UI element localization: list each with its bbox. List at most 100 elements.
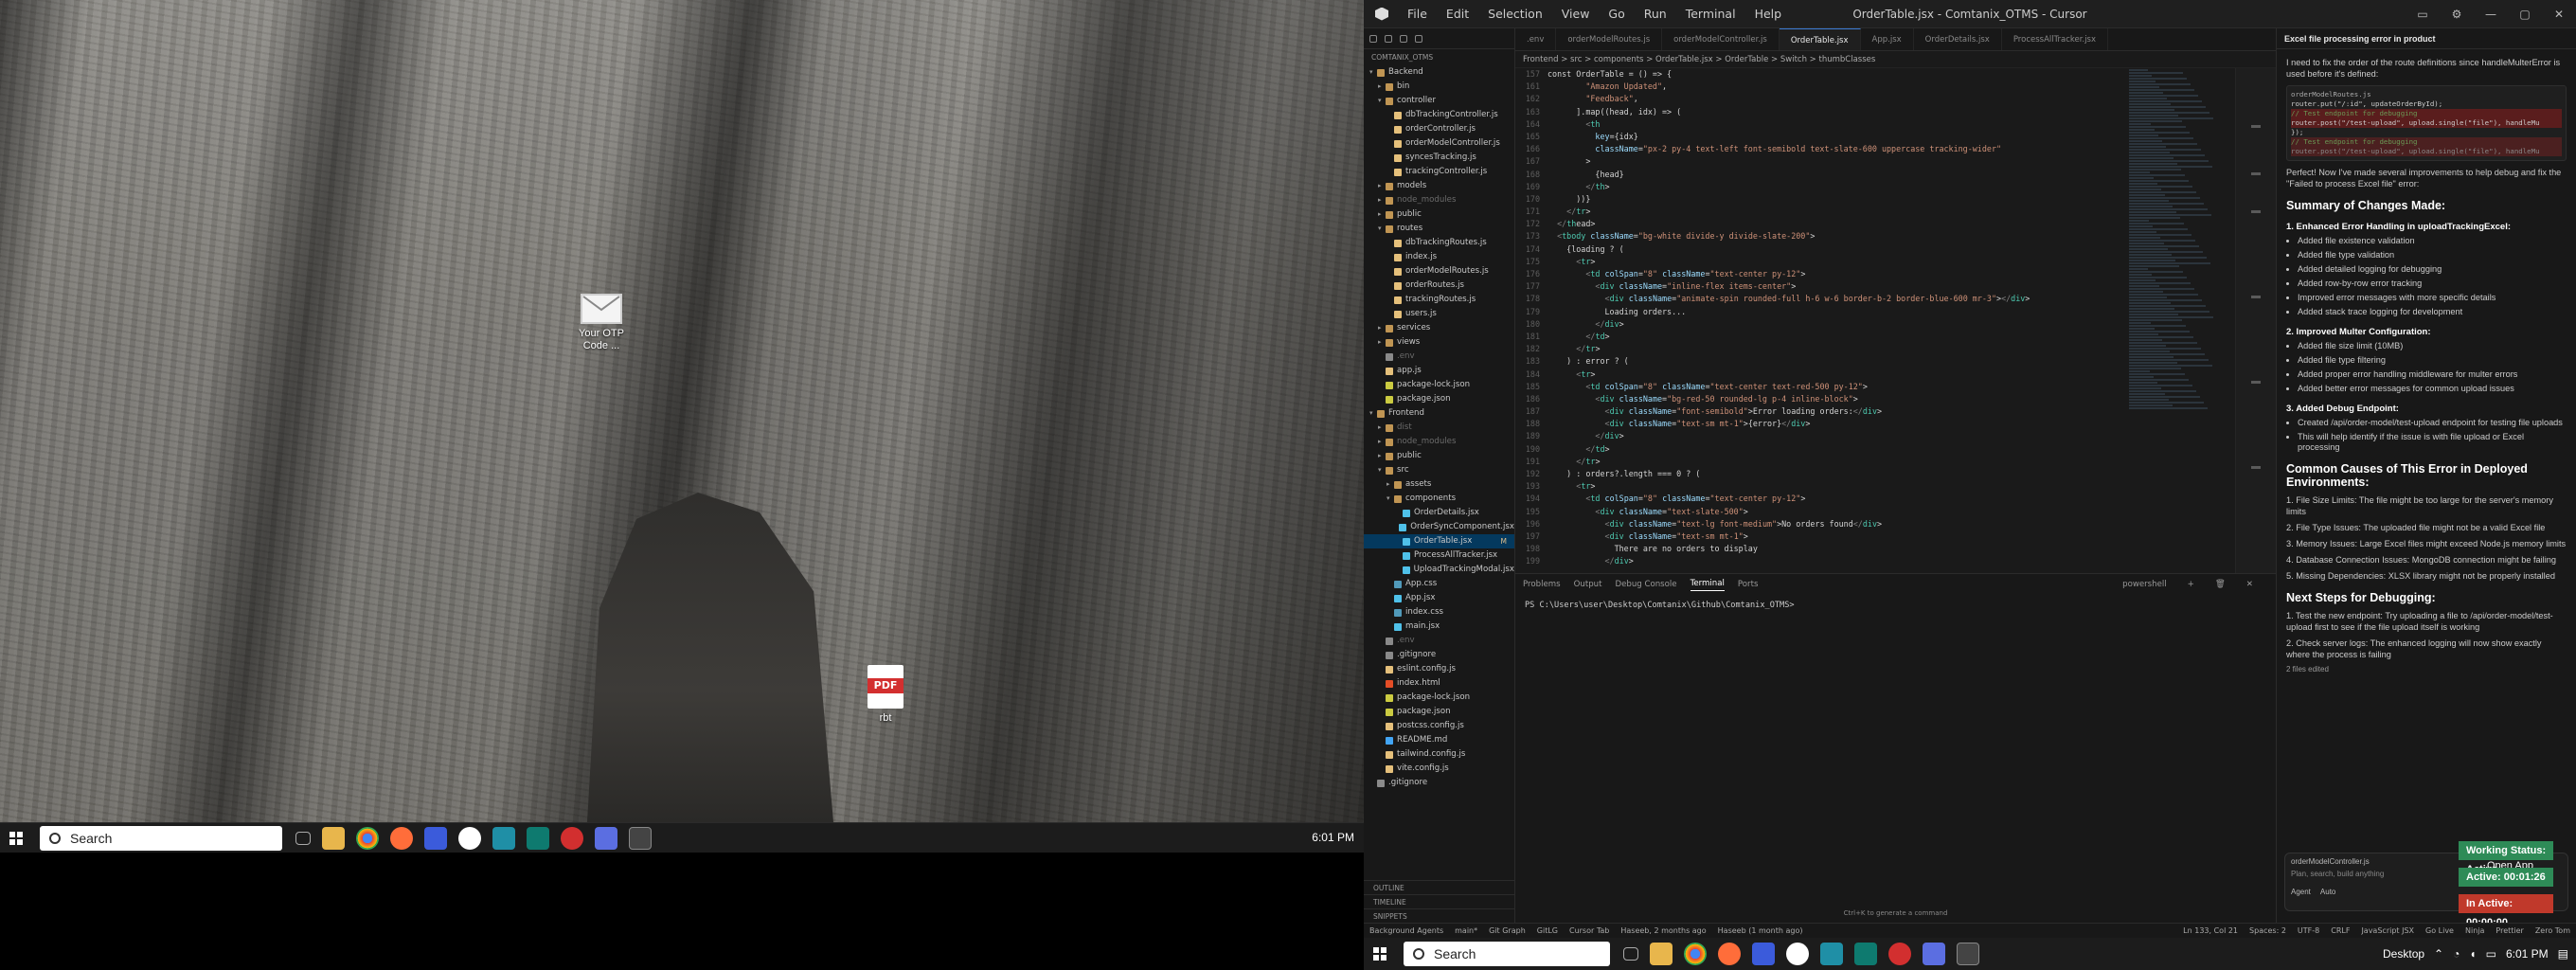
chrome-icon[interactable] bbox=[1684, 943, 1707, 965]
clock[interactable]: 6:01 PM bbox=[2506, 947, 2549, 961]
file-item[interactable]: OrderSyncComponent.jsx bbox=[1364, 520, 1514, 534]
menu-file[interactable]: File bbox=[1407, 7, 1427, 21]
gear-icon[interactable]: ⚙ bbox=[2440, 0, 2474, 28]
file-item[interactable]: eslint.config.js bbox=[1364, 662, 1514, 676]
app-icon-blue[interactable] bbox=[1752, 943, 1775, 965]
file-item[interactable]: index.css bbox=[1364, 605, 1514, 620]
tab-problems[interactable]: Problems bbox=[1523, 580, 1561, 589]
files-icon[interactable] bbox=[1369, 34, 1377, 43]
minimap[interactable] bbox=[2121, 68, 2235, 573]
app-icon-orange[interactable] bbox=[1718, 943, 1741, 965]
file-item[interactable]: syncesTracking.js bbox=[1364, 151, 1514, 165]
editor-tab[interactable]: OrderTable.jsx bbox=[1779, 28, 1861, 50]
menu-terminal[interactable]: Terminal bbox=[1686, 7, 1736, 21]
extensions-icon[interactable] bbox=[1415, 34, 1422, 43]
editor-tab[interactable]: orderModelRoutes.js bbox=[1556, 28, 1663, 50]
task-view-icon[interactable] bbox=[1623, 947, 1638, 961]
explorer-section-title[interactable]: COMTANIX_OTMS bbox=[1364, 49, 1514, 65]
file-item[interactable]: OrderDetails.jsx bbox=[1364, 506, 1514, 520]
file-item[interactable]: package.json bbox=[1364, 705, 1514, 719]
status-item[interactable]: Prettier bbox=[2496, 926, 2523, 935]
folder-item[interactable]: ▸ public bbox=[1364, 449, 1514, 463]
volume-icon[interactable]: ◖ bbox=[2469, 947, 2476, 961]
desktop-icon-pdf[interactable]: PDF rbt bbox=[843, 665, 928, 725]
file-item[interactable]: users.js bbox=[1364, 307, 1514, 321]
file-item[interactable]: package-lock.json bbox=[1364, 378, 1514, 392]
shell-selector[interactable]: powershell bbox=[2122, 580, 2167, 589]
app-icon-orange[interactable] bbox=[390, 826, 413, 850]
status-item[interactable]: JavaScript JSX bbox=[2361, 926, 2414, 935]
app-icon-active[interactable] bbox=[1957, 943, 1979, 965]
folder-item[interactable]: ▾ Frontend bbox=[1364, 406, 1514, 421]
clock[interactable]: 6:01 PM bbox=[1312, 831, 1354, 844]
file-item[interactable]: .gitignore bbox=[1364, 776, 1514, 790]
diff-file-ref[interactable]: orderModelRoutes.js bbox=[2291, 90, 2562, 99]
files-edited-badge[interactable]: 2 files edited bbox=[2286, 665, 2567, 674]
file-item[interactable]: trackingRoutes.js bbox=[1364, 293, 1514, 307]
start-button[interactable] bbox=[9, 831, 23, 845]
file-item[interactable]: .env bbox=[1364, 634, 1514, 648]
editor-tab[interactable]: ProcessAllTracker.jsx bbox=[2002, 28, 2109, 50]
desktop-toolbar[interactable]: Desktop bbox=[2383, 947, 2424, 961]
folder-item[interactable]: ▸ node_modules bbox=[1364, 193, 1514, 207]
file-item[interactable]: postcss.config.js bbox=[1364, 719, 1514, 733]
timeline-section[interactable]: TIMELINE bbox=[1364, 894, 1515, 908]
folder-item[interactable]: ▾ routes bbox=[1364, 222, 1514, 236]
folder-item[interactable]: ▸ assets bbox=[1364, 477, 1514, 492]
status-item[interactable]: Ln 133, Col 21 bbox=[2183, 926, 2238, 935]
folder-item[interactable]: ▸ public bbox=[1364, 207, 1514, 222]
file-item[interactable]: UploadTrackingModal.jsx bbox=[1364, 563, 1514, 577]
file-item[interactable]: app.js bbox=[1364, 364, 1514, 378]
battery-icon[interactable]: ▭ bbox=[2486, 947, 2496, 961]
status-item[interactable]: Zero Tom bbox=[2535, 926, 2570, 935]
file-item[interactable]: dbTrackingRoutes.js bbox=[1364, 236, 1514, 250]
agent-mode-selector[interactable]: Agent bbox=[2291, 888, 2311, 896]
app-icon-active[interactable] bbox=[629, 826, 652, 850]
file-item[interactable]: .env bbox=[1364, 350, 1514, 364]
status-item[interactable]: GitLG bbox=[1537, 926, 1558, 935]
file-item[interactable]: orderModelRoutes.js bbox=[1364, 264, 1514, 278]
folder-item[interactable]: ▸ views bbox=[1364, 335, 1514, 350]
file-item[interactable]: orderRoutes.js bbox=[1364, 278, 1514, 293]
close-button[interactable]: ✕ bbox=[2542, 0, 2576, 28]
file-item[interactable]: package.json bbox=[1364, 392, 1514, 406]
menu-run[interactable]: Run bbox=[1644, 7, 1667, 21]
file-item[interactable]: dbTrackingController.js bbox=[1364, 108, 1514, 122]
file-item[interactable]: trackingController.js bbox=[1364, 165, 1514, 179]
status-item[interactable]: Background Agents bbox=[1369, 926, 1443, 935]
app-icon-teal[interactable] bbox=[492, 826, 515, 850]
app-icon-red[interactable] bbox=[1888, 943, 1911, 965]
editor-tab[interactable]: orderModelController.js bbox=[1662, 28, 1780, 50]
status-item[interactable]: Spaces: 2 bbox=[2249, 926, 2286, 935]
file-item[interactable]: App.jsx bbox=[1364, 591, 1514, 605]
app-icon-white[interactable] bbox=[458, 826, 481, 850]
tab-ports[interactable]: Ports bbox=[1738, 580, 1759, 589]
file-item[interactable]: OrderTable.jsx M bbox=[1364, 534, 1514, 548]
file-item[interactable]: orderController.js bbox=[1364, 122, 1514, 136]
folder-item[interactable]: ▾ controller bbox=[1364, 94, 1514, 108]
app-icon-teal[interactable] bbox=[1820, 943, 1843, 965]
folder-item[interactable]: ▸ node_modules bbox=[1364, 435, 1514, 449]
file-explorer-icon[interactable] bbox=[322, 826, 345, 850]
status-item[interactable]: Haseeb (1 month ago) bbox=[1718, 926, 1803, 935]
search-icon[interactable] bbox=[1385, 34, 1392, 43]
file-item[interactable]: .gitignore bbox=[1364, 648, 1514, 662]
folder-item[interactable]: ▸ dist bbox=[1364, 421, 1514, 435]
app-icon-blue[interactable] bbox=[424, 826, 447, 850]
status-item[interactable]: CRLF bbox=[2331, 926, 2350, 935]
status-item[interactable]: Ninja bbox=[2465, 926, 2484, 935]
file-item[interactable]: README.md bbox=[1364, 733, 1514, 747]
menu-edit[interactable]: Edit bbox=[1446, 7, 1469, 21]
menu-go[interactable]: Go bbox=[1608, 7, 1624, 21]
outline-section[interactable]: OUTLINE bbox=[1364, 880, 1515, 894]
folder-item[interactable]: ▾ src bbox=[1364, 463, 1514, 477]
file-explorer-icon[interactable] bbox=[1650, 943, 1673, 965]
file-item[interactable]: index.html bbox=[1364, 676, 1514, 691]
editor-tab[interactable]: .env bbox=[1515, 28, 1557, 50]
snippets-section[interactable]: SNIPPETS bbox=[1364, 908, 1515, 923]
taskbar-search-box[interactable]: Search bbox=[1404, 942, 1610, 966]
chevron-up-icon[interactable]: ⌃ bbox=[2434, 947, 2443, 961]
folder-item[interactable]: ▾ components bbox=[1364, 492, 1514, 506]
menu-selection[interactable]: Selection bbox=[1488, 7, 1543, 21]
layout-icon[interactable]: ▭ bbox=[2406, 0, 2440, 28]
